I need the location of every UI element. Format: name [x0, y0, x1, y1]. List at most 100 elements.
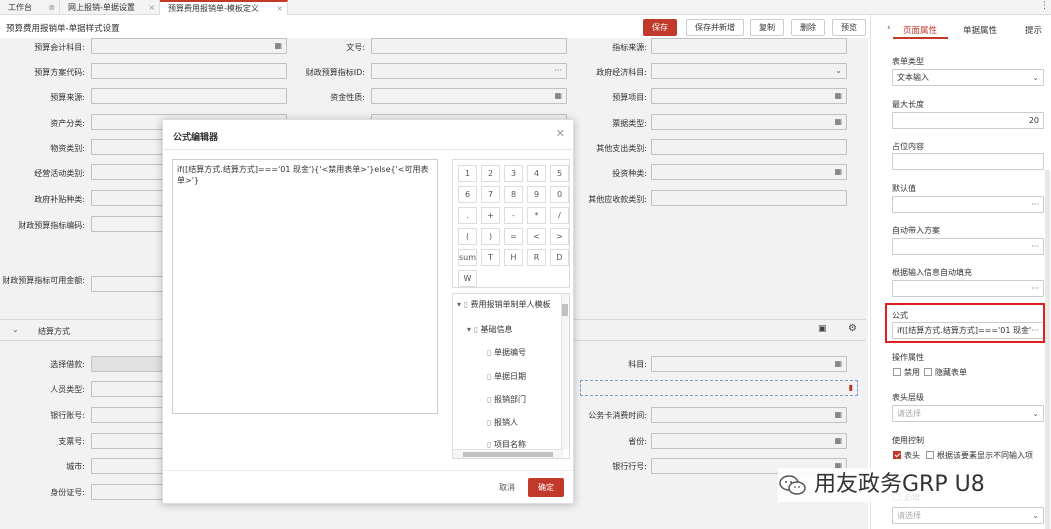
keypad-key[interactable]: 6	[458, 186, 477, 203]
close-icon[interactable]: ⊗	[48, 0, 55, 15]
more-menu-icon[interactable]: ⋮	[1040, 1, 1049, 11]
default-value-input[interactable]: ···	[892, 196, 1044, 213]
chevron-down-icon: ⌄	[1032, 409, 1039, 418]
scrollbar-horizontal[interactable]	[453, 449, 563, 458]
tab-page-properties[interactable]: 页面属性	[903, 24, 937, 36]
keypad-key[interactable]: =	[504, 228, 523, 245]
caret-down-icon[interactable]: ▾	[467, 325, 471, 334]
keypad-key[interactable]: .	[458, 207, 477, 224]
keypad-key[interactable]: /	[550, 207, 569, 224]
close-icon[interactable]: ✕	[556, 127, 565, 140]
save-and-new-button[interactable]: 保存并新增	[686, 19, 744, 36]
save-button[interactable]: 保存	[643, 19, 677, 36]
keypad-key[interactable]: -	[504, 207, 523, 224]
select-value: 文本输入	[897, 73, 929, 82]
keypad-key[interactable]: 9	[527, 186, 546, 203]
file-icon: ▯	[487, 348, 492, 357]
tree-group[interactable]: ▾ ▯ 基础信息	[467, 325, 513, 335]
tree-item[interactable]: ▯ 报销人	[487, 418, 518, 428]
keypad-key[interactable]: 2	[481, 165, 500, 182]
divider	[163, 470, 573, 471]
formula-editor-dialog: 公式编辑器 ✕ if([结算方式.结算方式]==='01 现金'){'<禁用表单…	[162, 119, 574, 504]
keypad-key[interactable]: 5	[550, 165, 569, 182]
tree-node-label: 报销部门	[493, 395, 526, 404]
placeholder-input[interactable]	[892, 153, 1044, 170]
tab-hints[interactable]: 提示	[1025, 24, 1042, 36]
keypad-key[interactable]: H	[504, 249, 523, 266]
close-icon[interactable]: ×	[276, 2, 283, 15]
panel-scrollbar[interactable]	[1045, 170, 1050, 529]
tab-label: 网上报销-单据设置	[68, 3, 135, 12]
tab-template-definition[interactable]: 预算费用报销单-模板定义 ×	[160, 0, 288, 15]
ellipsis-icon[interactable]: ···	[1031, 197, 1039, 212]
use-control-label: 使用控制	[892, 436, 924, 445]
header-level-label: 表头层级	[892, 393, 924, 402]
preview-button[interactable]: 预览	[832, 19, 866, 36]
tree-node-label: 单据编号	[493, 348, 526, 357]
delete-button[interactable]: 删除	[791, 19, 825, 36]
max-length-input[interactable]: 20	[892, 112, 1044, 129]
tree-item[interactable]: ▯ 报销部门	[487, 395, 526, 405]
form-type-label: 表单类型	[892, 57, 924, 66]
keypad-key[interactable]: *	[527, 207, 546, 224]
keypad-key[interactable]: 4	[527, 165, 546, 182]
file-icon: ▯	[473, 325, 478, 334]
tree-node-label: 项目名称	[493, 440, 526, 449]
formula-textarea[interactable]: if([结算方式.结算方式]==='01 现金'){'<禁用表单>'}else{…	[172, 159, 438, 414]
max-length-label: 最大长度	[892, 100, 924, 109]
divider	[870, 15, 871, 529]
caret-down-icon[interactable]: ▾	[457, 300, 461, 309]
auto-fill-input[interactable]: ···	[892, 280, 1044, 297]
header-level-select[interactable]: 请选择 ⌄	[892, 405, 1044, 422]
keypad-key[interactable]: )	[481, 228, 500, 245]
control-select[interactable]: 请选择 ⌄	[892, 507, 1044, 524]
keypad-key[interactable]: +	[481, 207, 500, 224]
tree-root[interactable]: ▾ ▯ 费用报销单制单人模板	[457, 300, 551, 310]
keypad-key[interactable]: 0	[550, 186, 569, 203]
keypad-key[interactable]: sum	[458, 249, 477, 266]
select-placeholder: 请选择	[897, 409, 921, 418]
keypad-key[interactable]: 8	[504, 186, 523, 203]
keypad-key[interactable]: 3	[504, 165, 523, 182]
keypad-key[interactable]: D	[550, 249, 569, 266]
file-icon: ▯	[487, 395, 492, 404]
ellipsis-icon[interactable]: ···	[1031, 281, 1039, 296]
chevron-left-icon[interactable]: ‹	[887, 23, 891, 33]
keypad-key[interactable]: <	[527, 228, 546, 245]
keypad-key[interactable]: T	[481, 249, 500, 266]
tab-workbench[interactable]: 工作台 ⊗	[0, 0, 60, 15]
keypad-key[interactable]: 7	[481, 186, 500, 203]
confirm-button[interactable]: 确定	[528, 478, 564, 497]
keypad-key[interactable]: W	[458, 270, 477, 287]
select-placeholder: 请选择	[897, 511, 921, 520]
file-icon: ▯	[487, 418, 492, 427]
watermark: 用友政务GRP U8	[778, 468, 989, 502]
close-icon[interactable]: ×	[148, 0, 155, 15]
tree-node-label: 基础信息	[480, 325, 513, 334]
scrollbar-vertical[interactable]	[561, 294, 569, 449]
scrollbar-thumb[interactable]	[562, 304, 568, 316]
header-checkbox[interactable]	[893, 451, 901, 459]
tree-item[interactable]: ▯ 单据日期	[487, 372, 526, 382]
keypad-key[interactable]: R	[527, 249, 546, 266]
ellipsis-icon[interactable]: ···	[1031, 239, 1039, 254]
cancel-button[interactable]: 取消	[489, 479, 525, 497]
tab-label: 工作台	[8, 3, 32, 12]
form-type-select[interactable]: 文本输入 ⌄	[892, 69, 1044, 86]
field-tree: ▾ ▯ 费用报销单制单人模板 ▾ ▯ 基础信息 ▯ 单据编号 ▯ 单据日期 ▯ …	[452, 293, 570, 459]
hide-form-checkbox[interactable]	[924, 368, 932, 376]
keypad-key[interactable]: >	[550, 228, 569, 245]
by-element-checkbox[interactable]	[926, 451, 934, 459]
keypad-key[interactable]: (	[458, 228, 477, 245]
tree-node-label: 单据日期	[493, 372, 526, 381]
tab-document-settings[interactable]: 网上报销-单据设置 ×	[60, 0, 160, 15]
tree-item[interactable]: ▯ 单据编号	[487, 348, 526, 358]
copy-button[interactable]: 复制	[750, 19, 784, 36]
auto-bring-label: 自动带入方案	[892, 226, 940, 235]
scrollbar-thumb[interactable]	[463, 452, 553, 457]
tab-document-properties[interactable]: 单据属性	[963, 24, 997, 36]
keypad-key[interactable]: 1	[458, 165, 477, 182]
disable-checkbox[interactable]	[893, 368, 901, 376]
auto-bring-input[interactable]: ···	[892, 238, 1044, 255]
tab-bar: 工作台 ⊗ 网上报销-单据设置 × 预算费用报销单-模板定义 × ⋮	[0, 0, 1051, 15]
